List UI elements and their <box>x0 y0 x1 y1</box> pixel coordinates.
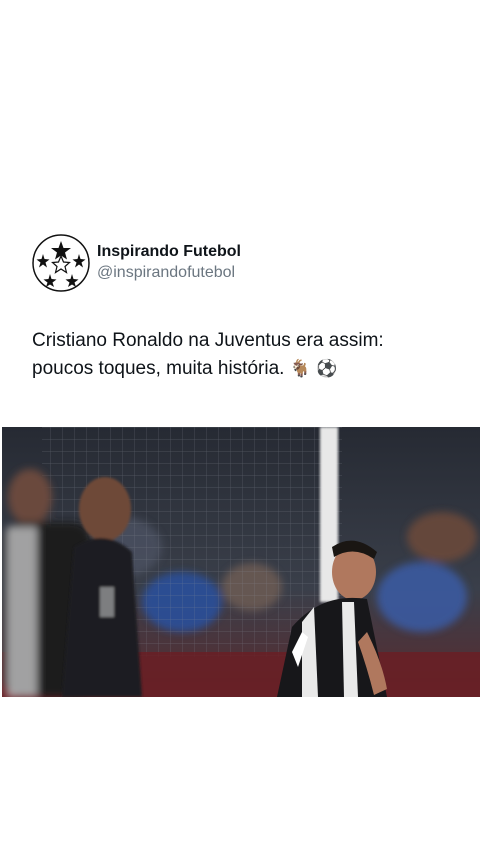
author-handle[interactable]: @inspirandofutebol <box>97 262 241 284</box>
avatar[interactable] <box>32 234 90 292</box>
post-text-line-1: Cristiano Ronaldo na Juventus era assim: <box>32 330 384 351</box>
author-names: Inspirando Futebol @inspirandofutebol <box>97 242 241 284</box>
post-media-photo[interactable] <box>2 427 480 697</box>
soccer-ball-emoji-icon: ⚽ <box>316 359 338 379</box>
goat-emoji-icon: 🐐 <box>289 359 311 379</box>
post-header: Inspirando Futebol @inspirandofutebol <box>32 234 241 292</box>
post-text-line-2: poucos toques, muita história. 🐐 ⚽ <box>32 355 452 383</box>
post-text: Cristiano Ronaldo na Juventus era assim:… <box>32 327 452 383</box>
starball-icon <box>32 234 90 292</box>
post-text-line-2-text: poucos toques, muita história. <box>32 358 285 379</box>
football-photo-icon <box>2 427 480 697</box>
author-display-name[interactable]: Inspirando Futebol <box>97 242 241 262</box>
